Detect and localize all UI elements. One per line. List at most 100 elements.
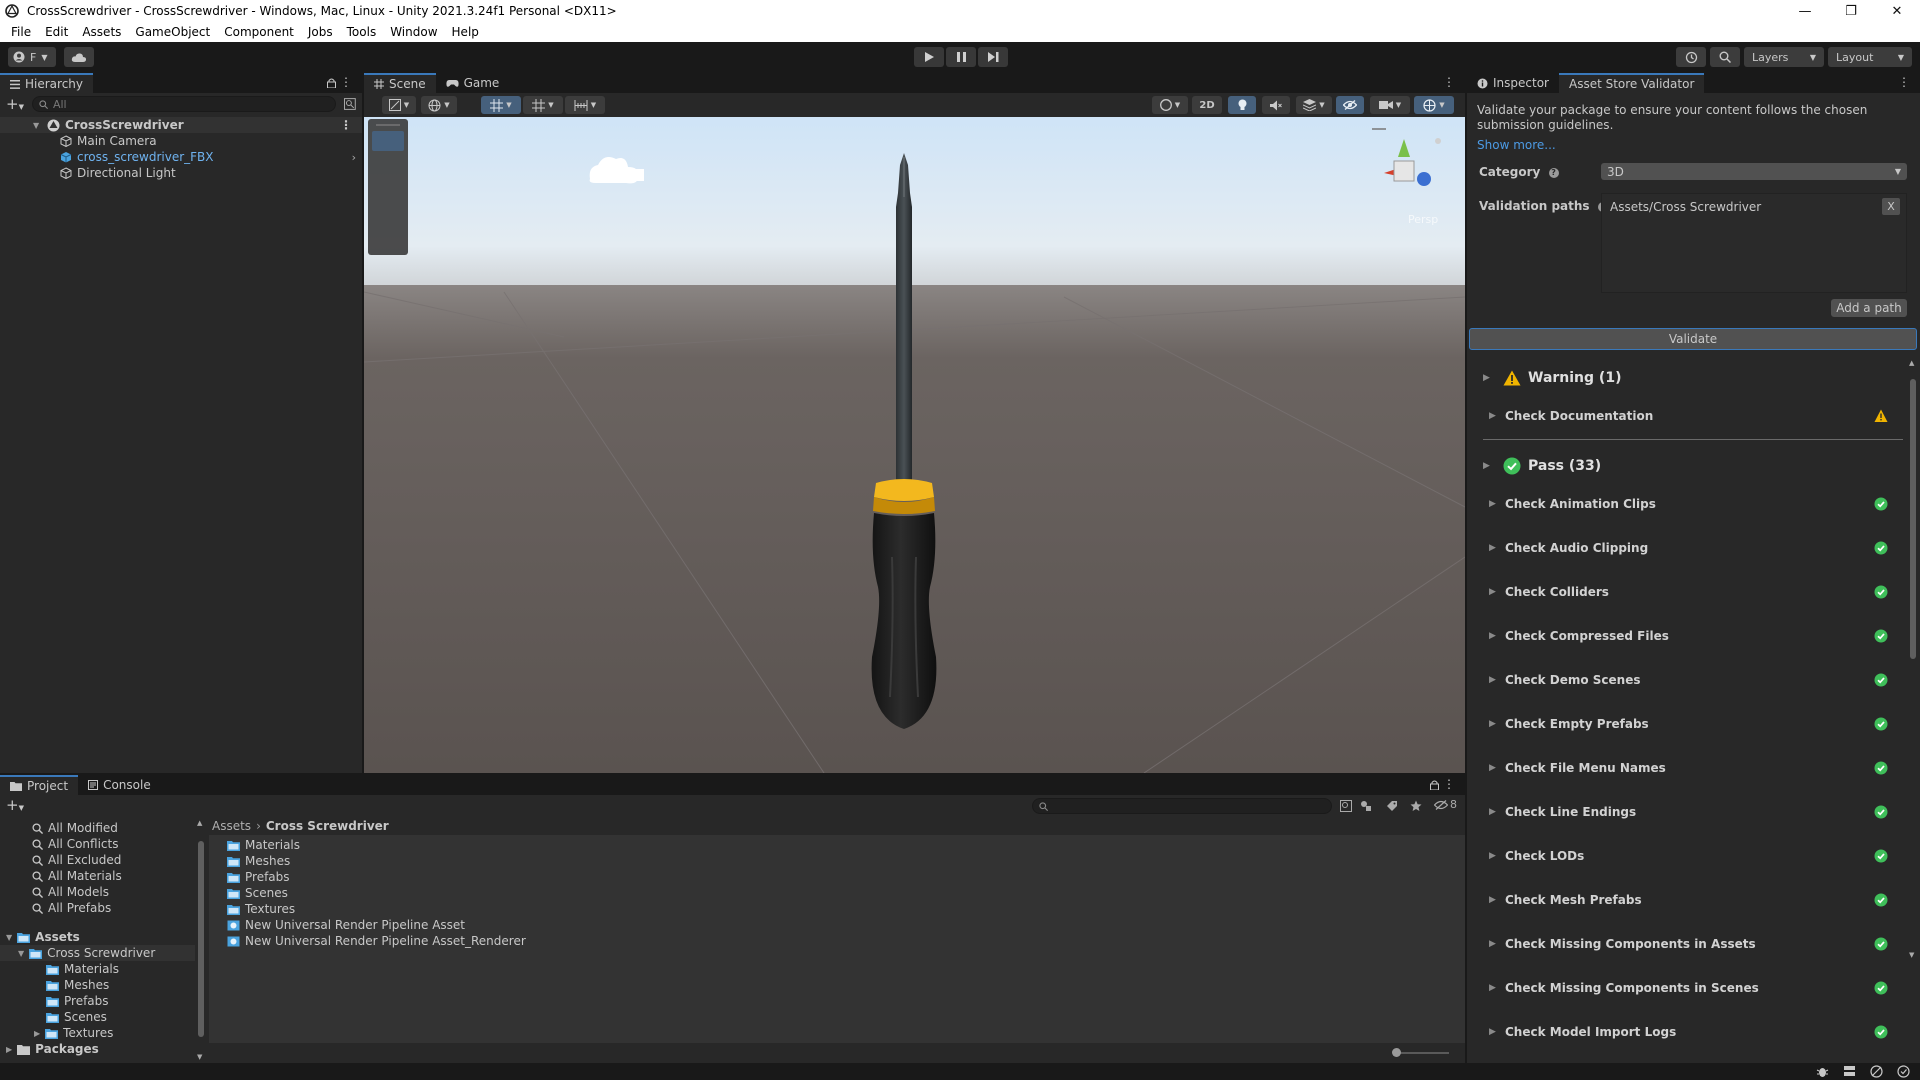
tab-console[interactable]: Console (78, 775, 161, 795)
menu-component[interactable]: Component (217, 25, 301, 39)
tab-asset-store-validator[interactable]: Asset Store Validator (1558, 73, 1705, 93)
scrollbar-thumb[interactable] (198, 841, 204, 1037)
scroll-down-icon[interactable]: ▼ (1909, 951, 1914, 959)
lock-icon[interactable] (1430, 780, 1439, 790)
lighting-toggle[interactable] (1228, 96, 1256, 114)
camera-settings-dropdown[interactable]: ▼ (1370, 96, 1410, 114)
kebab-menu-icon[interactable]: ⋮ (1898, 75, 1910, 89)
lock-icon[interactable] (327, 78, 336, 88)
breadcrumb-item[interactable]: Assets (212, 819, 251, 833)
hidden-packages-toggle[interactable]: 8 (1434, 798, 1457, 811)
tree-item[interactable]: Scenes (0, 1009, 195, 1025)
layout-dropdown[interactable]: Layout ▼ (1828, 47, 1912, 67)
tree-assets-root[interactable]: ▼ Assets (0, 929, 195, 945)
warning-group-header[interactable]: ▶ Warning (1) (1467, 363, 1920, 393)
kebab-menu-icon[interactable]: ⋮ (1443, 777, 1455, 791)
cache-server-icon[interactable] (1843, 1065, 1856, 1078)
expand-arrow-icon[interactable]: ▶ (1489, 675, 1496, 685)
result-item[interactable]: ▶ Check Mesh Prefabs (1467, 885, 1920, 915)
expand-arrow-icon[interactable]: ▶ (1483, 461, 1490, 471)
tool-handle-dropdown[interactable]: ▼ (382, 96, 416, 114)
expand-arrow-icon[interactable]: ▶ (6, 1045, 12, 1054)
result-item[interactable]: ▶ Check Animation Clips (1467, 489, 1920, 519)
expand-arrow-icon[interactable]: ▶ (1489, 587, 1496, 597)
pause-button[interactable] (946, 47, 976, 67)
tab-game[interactable]: Game (436, 73, 510, 93)
pivot-global-dropdown[interactable]: ▼ (421, 96, 457, 114)
scroll-up-icon[interactable]: ▲ (1909, 359, 1914, 367)
draw-mode-dropdown[interactable]: ▼ (1152, 96, 1188, 114)
expand-arrow-icon[interactable]: ▶ (1483, 373, 1490, 383)
expand-arrow-icon[interactable]: ▶ (1489, 631, 1496, 641)
favorite-item[interactable]: All Excluded (0, 852, 195, 868)
maximize-button[interactable]: ❐ (1828, 0, 1874, 22)
audio-toggle[interactable] (1262, 96, 1290, 114)
content-folder-item[interactable]: Prefabs (209, 869, 1465, 885)
expand-arrow-icon[interactable]: ▶ (34, 1029, 40, 1038)
mode-2d-toggle[interactable]: 2D (1192, 96, 1222, 114)
search-by-type-icon[interactable] (1340, 800, 1352, 812)
scrollbar-thumb[interactable] (1910, 379, 1916, 659)
scene-render[interactable]: Persp (364, 117, 1465, 773)
grid-visibility-dropdown[interactable]: ▼ (481, 96, 521, 114)
menu-gameobject[interactable]: GameObject (128, 25, 217, 39)
account-dropdown[interactable]: F ▼ (8, 47, 56, 67)
history-button[interactable] (1676, 47, 1706, 67)
hierarchy-item[interactable]: Directional Light (0, 165, 362, 181)
tree-item[interactable]: Prefabs (0, 993, 195, 1009)
content-asset-item[interactable]: New Universal Render Pipeline Asset_Rend… (209, 933, 1465, 949)
grid-snapping-dropdown[interactable]: ▼ (523, 96, 563, 114)
kebab-menu-icon[interactable]: ⋮ (340, 75, 352, 89)
favorite-item[interactable]: All Models (0, 884, 195, 900)
remove-path-button[interactable]: X (1882, 198, 1900, 215)
expand-arrow-icon[interactable]: ▼ (6, 933, 12, 942)
hierarchy-item[interactable]: Main Camera (0, 133, 362, 149)
menu-window[interactable]: Window (383, 25, 444, 39)
kebab-menu-icon[interactable]: ⋮ (340, 118, 352, 132)
result-item[interactable]: ▶ Check Compressed Files (1467, 621, 1920, 651)
scene-viewport[interactable]: Persp (364, 117, 1465, 773)
result-item[interactable]: ▶ Check Model Import Logs (1467, 1017, 1920, 1047)
auto-generate-lighting-icon[interactable] (1897, 1065, 1910, 1078)
pass-group-header[interactable]: ▶ Pass (33) (1467, 451, 1920, 481)
expand-arrow-icon[interactable]: ▼ (33, 121, 39, 130)
tab-scene[interactable]: Scene (364, 73, 436, 93)
project-search-input[interactable] (1032, 798, 1332, 814)
scene-row[interactable]: ▼ CrossScrewdriver ⋮ (0, 117, 362, 133)
menu-help[interactable]: Help (445, 25, 486, 39)
effects-dropdown[interactable]: ▼ (1296, 96, 1332, 114)
expand-arrow-icon[interactable]: ▶ (1489, 851, 1496, 861)
result-item[interactable]: ▶ Check File Menu Names (1467, 753, 1920, 783)
favorite-item[interactable]: All Modified (0, 820, 195, 836)
content-folder-item[interactable]: Scenes (209, 885, 1465, 901)
result-item[interactable]: ▶ Check Empty Prefabs (1467, 709, 1920, 739)
add-path-button[interactable]: Add a path (1831, 299, 1907, 317)
filter-type-icon[interactable] (1360, 800, 1372, 812)
expand-arrow-icon[interactable]: ▶ (1489, 763, 1496, 773)
hidden-objects-toggle[interactable] (1336, 96, 1364, 114)
tree-scrollbar[interactable]: ▲ ▼ (195, 817, 207, 1063)
expand-arrow-icon[interactable]: ▶ (1489, 1027, 1496, 1037)
expand-arrow-icon[interactable]: ▶ (1489, 939, 1496, 949)
expand-arrow-icon[interactable]: ▶ (1489, 411, 1496, 421)
result-item[interactable]: ▶ Check Demo Scenes (1467, 665, 1920, 695)
result-item[interactable]: ▶ Check Colliders (1467, 577, 1920, 607)
category-dropdown[interactable]: 3D ▼ (1601, 163, 1907, 180)
tree-packages-root[interactable]: ▶ Packages (0, 1041, 195, 1057)
label-tag-icon[interactable] (1386, 800, 1398, 812)
tab-hierarchy[interactable]: Hierarchy (0, 73, 94, 93)
show-more-link[interactable]: Show more... (1477, 138, 1556, 152)
result-item[interactable]: ▶ Check Documentation (1467, 401, 1920, 431)
content-folder-item[interactable]: Meshes (209, 853, 1465, 869)
close-button[interactable]: ✕ (1874, 0, 1920, 22)
menu-assets[interactable]: Assets (75, 25, 128, 39)
result-item[interactable]: ▶ Check Missing Components in Scenes (1467, 973, 1920, 1003)
content-folder-item[interactable]: Textures (209, 901, 1465, 917)
expand-arrow-icon[interactable]: ▶ (1489, 543, 1496, 553)
tree-item-selected[interactable]: ▼ Cross Screwdriver (0, 945, 195, 961)
validate-button[interactable]: Validate (1469, 328, 1917, 350)
menu-file[interactable]: File (4, 25, 38, 39)
expand-arrow-icon[interactable]: ▶ (1489, 499, 1496, 509)
icon-size-slider-thumb[interactable] (1392, 1048, 1401, 1057)
tab-project[interactable]: Project (0, 775, 79, 795)
